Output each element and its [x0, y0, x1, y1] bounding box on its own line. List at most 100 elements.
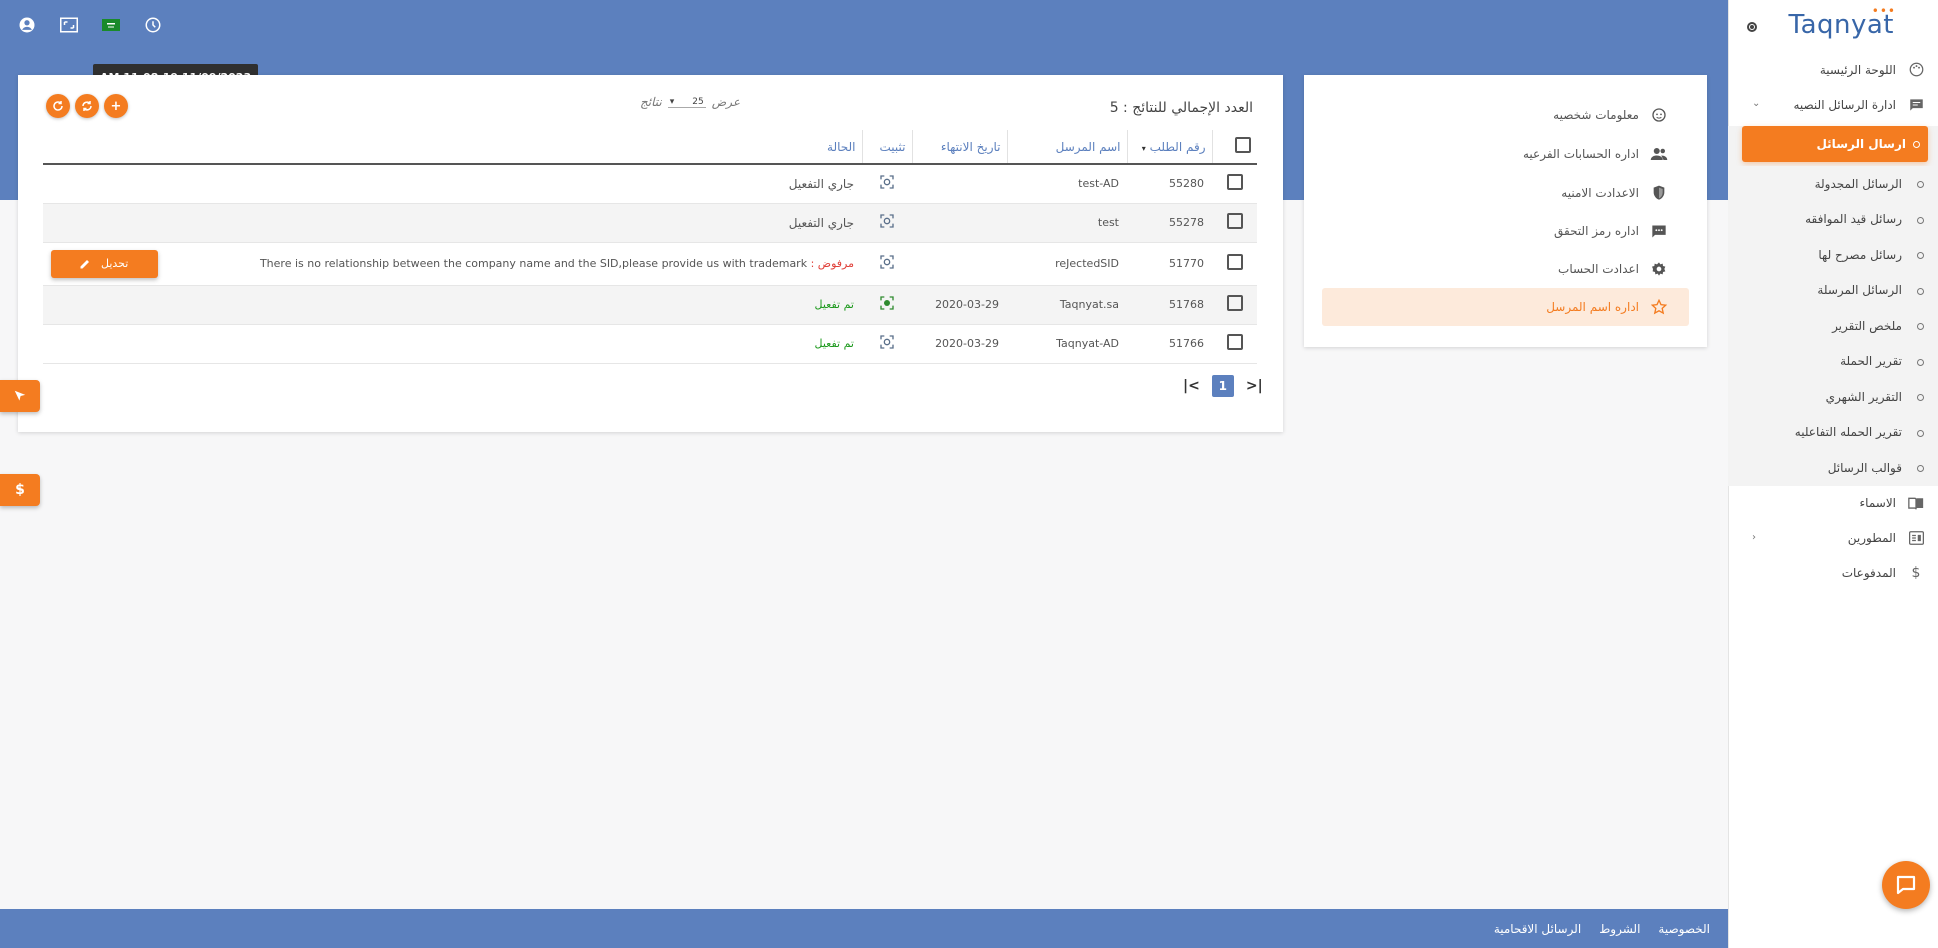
first-page-icon[interactable]: |< — [1183, 378, 1200, 394]
sender-name: Taqnyat-AD — [1007, 324, 1127, 364]
settings-item-otp[interactable]: اداره رمز التحقق — [1554, 221, 1669, 241]
sort-arrow-icon: ▾ — [1141, 143, 1146, 153]
col-sender-name[interactable]: اسم المرسل — [1006, 130, 1127, 165]
last-page-icon[interactable]: >| — [1246, 378, 1263, 394]
saudi-flag-icon[interactable] — [100, 14, 122, 36]
sidebar-subitem-interactive-report[interactable]: تقرير الحمله التفاعليه — [1728, 414, 1938, 450]
sync-button[interactable] — [75, 94, 99, 118]
pin-icon[interactable] — [879, 334, 895, 350]
request-id: 51770 — [1127, 242, 1212, 286]
table-row: 55280 test-AD جاري التفعيل — [43, 164, 1257, 204]
table-row: 55278 test جاري التفعيل — [43, 203, 1257, 243]
sidebar-subitem-send-messages[interactable]: ارسال الرسائل — [1742, 126, 1928, 162]
settings-item-security[interactable]: الاعدادت الامنيه — [1561, 183, 1669, 203]
footer-link-terms[interactable]: الشروط — [1599, 922, 1640, 936]
status-text: مرفوض : — [810, 257, 854, 270]
sidebar-item-dashboard[interactable]: اللوحة الرئيسية — [1728, 52, 1938, 87]
pin-icon[interactable] — [879, 254, 895, 270]
sidebar-item-payments[interactable]: $ المدفوعات — [1728, 556, 1938, 591]
pin-icon[interactable] — [879, 174, 895, 190]
request-id: 55278 — [1127, 203, 1212, 243]
settings-item-label: الاعدادت الامنيه — [1561, 186, 1639, 200]
sidebar-subitem-pending-approval[interactable]: رسائل قيد الموافقه — [1728, 201, 1938, 237]
request-id: 51766 — [1127, 324, 1212, 364]
payment-shortcut-tab[interactable]: $ — [0, 474, 40, 506]
col-request-id[interactable]: رقم الطلب ▾ — [1126, 130, 1212, 165]
sidebar-subitem-templates[interactable]: قوالب الرسائل — [1728, 450, 1938, 486]
book-icon — [1908, 495, 1924, 511]
fullscreen-icon[interactable] — [58, 14, 80, 36]
sender-name: Taqnyat.sa — [1007, 285, 1127, 325]
row-checkbox[interactable] — [1226, 254, 1243, 270]
bullet-icon — [1913, 141, 1920, 148]
sidebar-item-sms-management[interactable]: ادارة الرسائل النصيه ⌄ — [1728, 87, 1938, 122]
sidebar-subitem-report-summary[interactable]: ملخص التقرير — [1728, 308, 1938, 344]
col-pin[interactable]: تثبيت — [861, 130, 912, 165]
dollar-icon: $ — [1911, 565, 1921, 581]
settings-item-subaccounts[interactable]: اداره الحسابات الفرعيه — [1523, 144, 1669, 164]
add-button[interactable]: + — [104, 94, 128, 118]
action-buttons: + — [46, 94, 128, 118]
chat-support-button[interactable] — [1882, 861, 1930, 909]
show-label: عرض — [711, 95, 740, 109]
sender-name: reJectedSID — [1007, 242, 1127, 286]
sender-name: test-AD — [1007, 164, 1127, 204]
status-text: جاري التفعيل — [788, 215, 854, 230]
clock-icon[interactable] — [142, 14, 164, 36]
dollar-icon: $ — [15, 482, 25, 498]
expiry-date — [912, 242, 1007, 286]
sidebar-item-contacts[interactable]: الاسماء — [1728, 486, 1938, 521]
sidebar-item-label: اللوحة الرئيسية — [1819, 62, 1896, 77]
page-size-select[interactable]: 25 ▾ — [667, 96, 706, 108]
settings-item-sender-names[interactable]: اداره اسم المرسل — [1322, 288, 1689, 326]
table-header-row: رقم الطلب ▾ اسم المرسل تاريخ الانتهاء تث… — [43, 130, 1257, 165]
sidebar-toggle-icon[interactable] — [1747, 22, 1757, 32]
sender-names-panel: العدد الإجمالي للنتائج : 5 عرض 25 ▾ نتائج… — [18, 75, 1283, 432]
total-results: العدد الإجمالي للنتائج : 5 — [1109, 100, 1253, 116]
sidebar-subitem-authorized[interactable]: رسائل مصرح لها — [1728, 237, 1938, 273]
row-checkbox[interactable] — [1226, 295, 1243, 311]
settings-item-account[interactable]: اعدادت الحساب — [1558, 259, 1669, 279]
shield-icon — [1649, 183, 1669, 203]
sidebar-item-developers[interactable]: المطورين ‹ — [1728, 521, 1938, 556]
table-row: 51770 reJectedSID مرفوض : There is no re… — [43, 242, 1257, 286]
expiry-date — [912, 164, 1007, 204]
row-checkbox[interactable] — [1226, 174, 1243, 191]
col-expiry-date[interactable]: تاريخ الانتهاء — [911, 130, 1007, 165]
chevron-down-icon: ▾ — [669, 96, 675, 107]
footer-link-privacy[interactable]: الخصوصية — [1658, 922, 1710, 936]
account-icon[interactable] — [16, 14, 38, 36]
row-checkbox[interactable] — [1226, 334, 1243, 350]
sidebar-item-label: المدفوعات — [1841, 566, 1896, 580]
sidebar-nav: اللوحة الرئيسية ادارة الرسائل النصيه ⌄ ا… — [1728, 52, 1938, 591]
expiry-date: 2020-03-29 — [912, 324, 1007, 364]
request-id: 55280 — [1127, 164, 1212, 204]
sidebar-subitem-monthly-report[interactable]: التقرير الشهري — [1728, 379, 1938, 415]
row-checkbox[interactable] — [1226, 213, 1243, 229]
send-shortcut-tab[interactable] — [0, 380, 40, 412]
sidebar-item-label: المطورين — [1847, 531, 1896, 545]
select-all-checkbox[interactable] — [1235, 137, 1251, 153]
pencil-icon — [80, 259, 89, 268]
sidebar-subitem-campaign-report[interactable]: تقرير الحملة — [1728, 343, 1938, 379]
palette-icon — [1908, 62, 1924, 78]
developer-icon — [1908, 530, 1924, 546]
footer-link-spam[interactable]: الرسائل الاقحامية — [1494, 922, 1581, 936]
settings-item-label: اداره رمز التحقق — [1553, 224, 1639, 238]
cursor-icon — [14, 390, 26, 401]
settings-item-label: معلومات شخصيه — [1553, 108, 1639, 122]
bullet-icon — [1917, 287, 1924, 295]
reload-button[interactable] — [46, 94, 70, 118]
chevron-down-icon: ⌄ — [1752, 98, 1761, 109]
sidebar-subitem-sent[interactable]: الرسائل المرسلة — [1728, 272, 1938, 308]
sidebar-item-label: ادارة الرسائل النصيه — [1793, 97, 1896, 112]
logo[interactable]: Taqnyat — [1788, 10, 1894, 40]
edit-button[interactable]: تحديل — [51, 249, 159, 278]
settings-item-profile[interactable]: معلومات شخصيه — [1553, 105, 1669, 125]
sidebar-subitem-scheduled[interactable]: الرسائل المجدولة — [1728, 166, 1938, 202]
page-number[interactable]: 1 — [1211, 375, 1234, 397]
pin-icon[interactable] — [879, 213, 895, 229]
pin-active-icon[interactable] — [879, 295, 895, 311]
rejection-reason: There is no relationship between the com… — [259, 257, 808, 270]
col-status[interactable]: الحالة — [43, 130, 862, 165]
